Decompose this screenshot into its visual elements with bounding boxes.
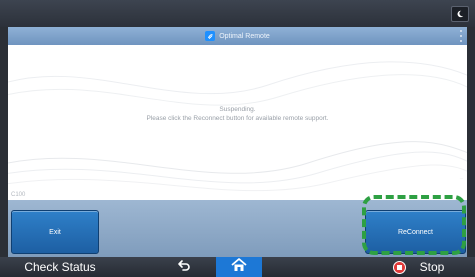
check-status-button[interactable]: Check Status [0,257,120,277]
stop-button[interactable]: Stop [362,257,475,277]
home-icon [231,257,247,277]
reconnect-highlight-outline [362,195,466,255]
corner-code-text: … [459,176,464,180]
status-message: Suspending. Please click the Reconnect b… [8,105,467,123]
message-line-2: Please click the Reconnect button for av… [146,115,329,122]
system-top-bar [0,0,475,27]
home-button[interactable] [216,257,262,277]
system-bottom-bar: Check Status Stop [0,257,475,277]
app-title: Optimal Remote [219,32,270,40]
moon-button[interactable] [451,6,469,22]
stop-label: Stop [419,260,445,274]
stop-icon [392,260,406,274]
back-arrow-icon [177,258,191,276]
optimal-remote-app-icon [205,31,216,41]
kebab-menu-icon[interactable] [459,30,462,42]
message-line-1: Suspending. [219,106,256,113]
device-code-label: C100 [11,192,26,198]
moon-icon [456,5,464,23]
exit-button[interactable]: Exit [11,210,99,254]
main-content-area: Suspending. Please click the Reconnect b… [8,45,467,200]
back-button[interactable] [160,257,208,277]
app-title-bar: Optimal Remote [8,27,467,46]
